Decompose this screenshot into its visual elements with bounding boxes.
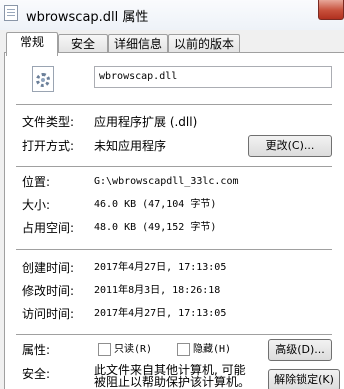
hidden-label[interactable]: 隐藏(H)	[193, 342, 231, 358]
created-value: 2017年4月27日, 17:13:05	[94, 262, 227, 273]
security-label: 安全:	[22, 367, 51, 381]
opens-with-label: 打开方式:	[22, 139, 75, 153]
change-button[interactable]: 更改(C)...	[248, 135, 332, 157]
tab-previous-versions[interactable]: 以前的版本	[168, 34, 240, 54]
close-button[interactable]	[318, 0, 344, 20]
accessed-label: 访问时间:	[22, 307, 75, 321]
advanced-button[interactable]: 高级(D)...	[268, 339, 332, 361]
separator	[16, 166, 332, 167]
file-type-label: 文件类型:	[22, 115, 75, 129]
attributes-label: 属性:	[22, 343, 51, 357]
size-label: 大小:	[22, 198, 51, 212]
separator	[16, 104, 332, 105]
size-on-disk-value: 48.0 KB (49,152 字节)	[94, 222, 217, 233]
size-on-disk-label: 占用空间:	[22, 221, 75, 235]
security-message-line-2: 被阻止以帮助保护该计算机。	[94, 375, 251, 389]
unblock-button[interactable]: 解除锁定(K)	[268, 369, 340, 389]
file-type-value: 应用程序扩展 (.dll)	[94, 115, 198, 129]
separator	[16, 249, 332, 250]
properties-window: wbrowscap.dll 属性 常规 安全 详细信息 以前的版本 wbrows…	[0, 0, 344, 389]
modified-value: 2011年8月3日, 18:26:18	[94, 285, 221, 296]
security-message: 此文件来自其他计算机, 可能 被阻止以帮助保护该计算机。	[94, 364, 274, 389]
document-icon	[4, 5, 18, 21]
location-value: G:\wbrowscapdll_33lc.com	[94, 176, 239, 187]
opens-with-value: 未知应用程序	[94, 139, 167, 153]
file-name-field[interactable]: wbrowscap.dll	[94, 66, 332, 88]
accessed-value: 2017年4月27日, 17:13:05	[94, 308, 227, 319]
modified-label: 修改时间:	[22, 284, 75, 298]
hidden-checkbox[interactable]	[177, 343, 190, 356]
readonly-checkbox[interactable]	[98, 343, 111, 356]
tab-security[interactable]: 安全	[58, 34, 108, 54]
tab-general[interactable]: 常规	[6, 32, 58, 56]
separator	[16, 334, 332, 335]
size-value: 46.0 KB (47,104 字节)	[94, 199, 217, 210]
title-bar: wbrowscap.dll 属性	[0, 0, 344, 30]
readonly-label[interactable]: 只读(R)	[114, 342, 152, 358]
location-label: 位置:	[22, 175, 51, 189]
created-label: 创建时间:	[22, 261, 75, 275]
window-title: wbrowscap.dll 属性	[26, 10, 149, 25]
gear-icon	[36, 73, 50, 87]
dll-file-icon	[32, 66, 54, 92]
tab-details[interactable]: 详细信息	[108, 34, 168, 54]
